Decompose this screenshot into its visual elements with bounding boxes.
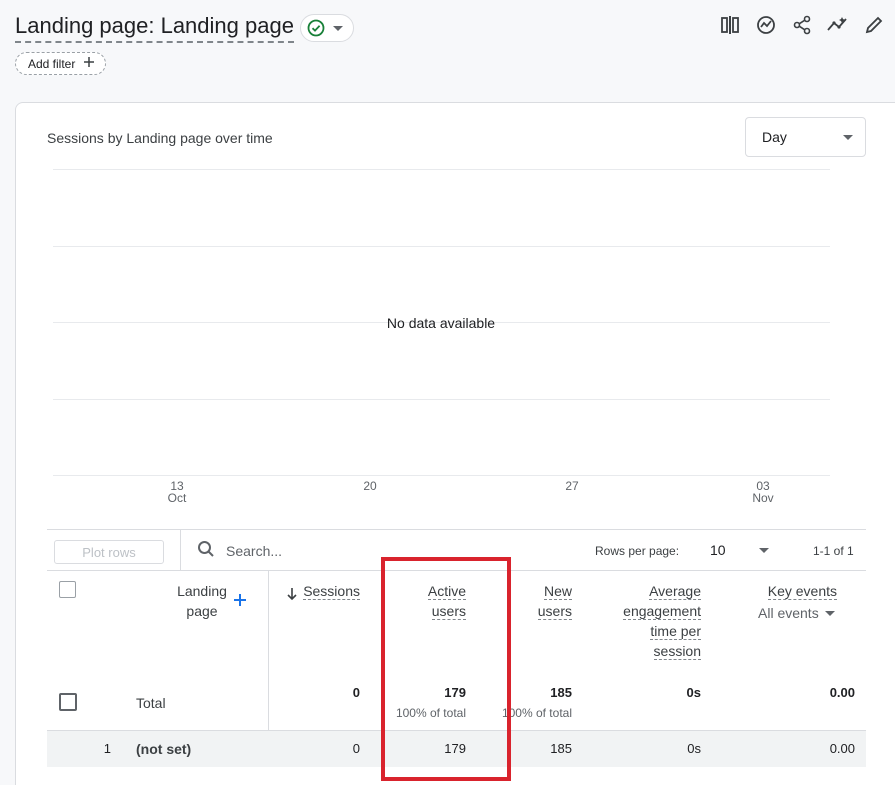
x-tick-day: 20 <box>363 479 377 493</box>
report-title: Landing page: Landing page <box>15 13 354 43</box>
rows-per-page-select[interactable]: 10 <box>710 542 726 558</box>
total-label: Total <box>136 695 166 711</box>
column-header-avg-engagement[interactable]: Average engagement time per session <box>601 581 701 661</box>
check-circle-icon <box>307 19 325 37</box>
chevron-down-icon <box>824 610 835 616</box>
row-landing-page[interactable]: (not set) <box>136 741 191 757</box>
chart-gridline <box>53 399 830 400</box>
compare-icon[interactable] <box>719 14 741 36</box>
highlight-box <box>381 557 511 781</box>
total-avg-engagement: 0s <box>686 685 701 700</box>
rows-per-page-label: Rows per page: <box>595 544 680 558</box>
chart-empty-message: No data available <box>386 315 496 331</box>
chevron-down-icon[interactable] <box>759 548 769 553</box>
share-icon[interactable] <box>791 14 813 36</box>
total-row-checkbox[interactable] <box>59 693 77 711</box>
granularity-value: Day <box>762 129 787 145</box>
granularity-select[interactable]: Day <box>745 117 866 157</box>
x-tick-day: 27 <box>565 479 579 493</box>
chevron-down-icon <box>843 134 853 140</box>
row-avg-engagement: 0s <box>687 741 701 756</box>
toolbar-divider <box>180 530 181 571</box>
insights-icon[interactable] <box>755 14 777 36</box>
x-axis-tick: 20 <box>350 480 390 492</box>
search-icon <box>197 540 215 561</box>
key-events-filter[interactable]: All events <box>758 605 835 621</box>
report-toolbar <box>719 14 885 36</box>
x-axis-tick: 13 Oct <box>157 480 197 504</box>
edit-icon[interactable] <box>863 14 885 36</box>
chevron-down-icon <box>332 25 343 31</box>
chart-gridline <box>53 169 830 170</box>
row-sessions: 0 <box>352 741 360 756</box>
total-new-users: 185 <box>550 685 572 700</box>
trend-icon[interactable] <box>827 14 849 36</box>
total-key-events: 0.00 <box>829 685 855 700</box>
column-header-landing-page[interactable]: Landing page <box>166 581 238 621</box>
select-all-checkbox[interactable] <box>59 581 76 598</box>
x-axis-tick: 27 <box>552 480 592 492</box>
row-index: 1 <box>103 741 111 756</box>
x-axis-tick: 03 Nov <box>743 480 783 504</box>
x-tick-month: Oct <box>167 491 187 505</box>
column-header-sessions[interactable]: Sessions <box>292 581 360 601</box>
chart-gridline <box>53 246 830 247</box>
row-new-users: 185 <box>550 741 572 756</box>
plot-rows-button[interactable]: Plot rows <box>54 540 164 564</box>
row-key-events: 0.00 <box>829 741 855 756</box>
plus-icon <box>83 56 95 71</box>
search-input[interactable]: Search... <box>226 543 282 559</box>
pagination-status: 1-1 of 1 <box>813 544 854 558</box>
add-filter-button[interactable]: Add filter <box>15 52 107 75</box>
chart-title: Sessions by Landing page over time <box>47 130 273 146</box>
column-header-new-users[interactable]: New users <box>506 581 572 621</box>
report-title-text[interactable]: Landing page: Landing page <box>15 13 294 43</box>
add-filter-label: Add filter <box>28 56 76 71</box>
table-search[interactable]: Search... <box>197 540 282 561</box>
report-status-chip[interactable] <box>299 14 354 42</box>
chart-gridline <box>53 475 830 476</box>
x-tick-month: Nov <box>752 491 774 505</box>
column-header-key-events[interactable]: Key events <box>736 581 837 601</box>
total-sessions: 0 <box>352 685 360 700</box>
add-dimension-icon[interactable] <box>233 593 247 612</box>
